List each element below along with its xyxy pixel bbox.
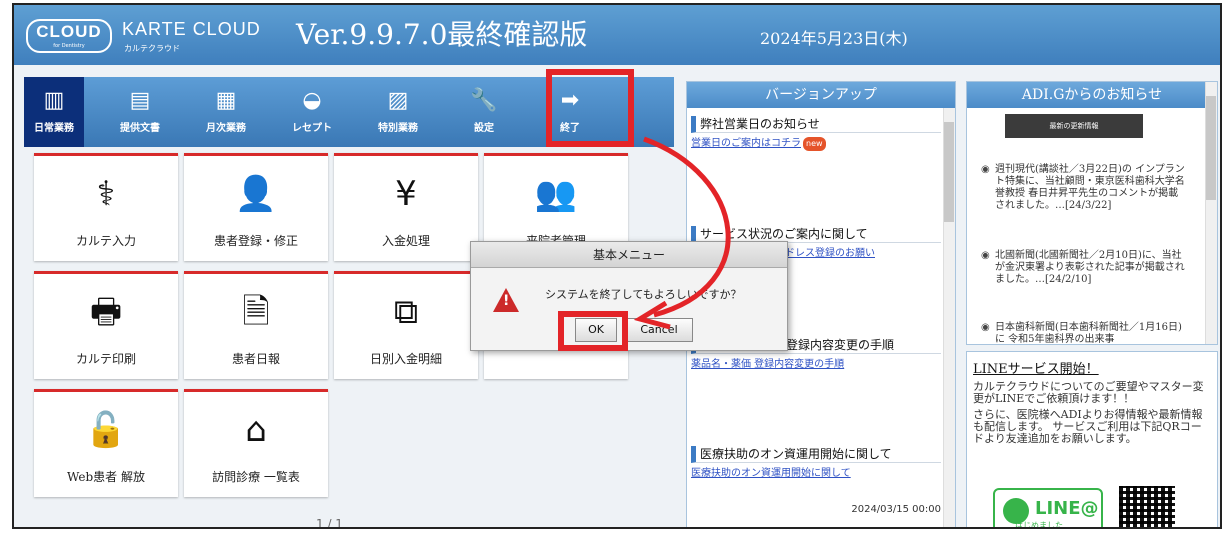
app-window: CLOUD for Dentistry KARTE CLOUD カルテクラウド … bbox=[12, 3, 1222, 529]
dialog-title: 基本メニュー bbox=[471, 242, 787, 268]
news-link[interactable]: 薬品名・薬価 登録内容変更の手順 bbox=[691, 358, 941, 372]
line-body-2: さらに、医院様へADIよりお得情報や最新情報も配信します。 サービスご利用は下記… bbox=[973, 408, 1203, 445]
brand-name: KARTE CLOUD bbox=[122, 19, 261, 39]
news-link[interactable]: 医療扶助のオン資運用開始に関して bbox=[691, 467, 941, 481]
user-icon: 👤 bbox=[234, 174, 278, 214]
adi-news-item[interactable]: 週刊現代(講談社／3月22日)の インプラント特集に、当社顧問・東京医科歯科大学… bbox=[981, 164, 1185, 212]
file-icon: 🗎 bbox=[242, 292, 270, 332]
tab-label: レセプト bbox=[292, 123, 332, 134]
tab-label: 月次業務 bbox=[206, 123, 246, 134]
tile-label: 入金処理 bbox=[381, 234, 430, 248]
news-item: 登録内容変更の手順 薬品名・薬価 登録内容変更の手順 2024/03/15 00… bbox=[691, 337, 941, 515]
warning-icon: ! bbox=[493, 288, 519, 312]
panel-title: ADI.Gからのお知らせ bbox=[967, 82, 1217, 108]
tile-label: カルテ入力 bbox=[75, 234, 136, 248]
tile-label: Web患者 解放 bbox=[67, 470, 145, 484]
main-toolbar: ▥ 日常業務 ▤ 提供文書 ▦ 月次業務 ◒ レセプト ▨ 特別業務 🔧 設定 … bbox=[24, 77, 674, 147]
logo: CLOUD for Dentistry bbox=[26, 19, 112, 53]
scroll-thumb[interactable] bbox=[1206, 96, 1216, 200]
news-title: 医療扶助のオン資運用開始に関して bbox=[691, 446, 941, 463]
tab-receipt[interactable]: ◒ レセプト bbox=[282, 77, 342, 147]
tab-label: 設定 bbox=[474, 123, 494, 134]
tile-patient-register[interactable]: 👤 患者登録・修正 bbox=[184, 153, 328, 261]
news-link-text[interactable]: 営業日のご案内はコチラ bbox=[691, 138, 801, 149]
users-icon: 👥 bbox=[534, 174, 578, 214]
tab-label: 終了 bbox=[560, 123, 580, 134]
new-badge: new bbox=[803, 137, 826, 151]
ok-button[interactable]: OK bbox=[575, 318, 617, 342]
line-service-panel: LINEサービス開始！ カルテクラウドについてのご要望やマスター変更がLINEで… bbox=[966, 351, 1218, 529]
line-button[interactable]: LINE@ はじめました bbox=[993, 488, 1103, 529]
line-button-label: LINE@ bbox=[1035, 498, 1099, 519]
calendar-icon: ▦ bbox=[215, 88, 237, 113]
version-title: Ver.9.9.7.0最終確認版 bbox=[296, 18, 588, 51]
tile-label: カルテ印刷 bbox=[75, 352, 136, 366]
news-date: 2024/03/15 00:00 bbox=[851, 504, 941, 515]
tab-label: 特別業務 bbox=[378, 123, 418, 134]
tile-web-patient-release[interactable]: 🔓 Web患者 解放 bbox=[34, 389, 178, 497]
printer-icon: 🖶 bbox=[89, 292, 123, 332]
tile-label: 患者日報 bbox=[231, 352, 280, 366]
scrollbar[interactable] bbox=[943, 108, 955, 527]
tile-daily-report[interactable]: 🗎 患者日報 bbox=[184, 271, 328, 379]
wrench-icon: 🔧 bbox=[470, 88, 498, 113]
tile-label: 訪問診療 一覧表 bbox=[212, 470, 300, 484]
tile-label: 日別入金明細 bbox=[369, 352, 442, 366]
brand-subtitle: カルテクラウド bbox=[124, 44, 180, 53]
line-body-1: カルテクラウドについてのご要望やマスター変更がLINEでご依頼頂けます！！ bbox=[973, 380, 1204, 405]
chart-icon: ▨ bbox=[387, 88, 409, 113]
tab-label: 提供文書 bbox=[120, 123, 160, 134]
news-title: 弊社営業日のお知らせ bbox=[691, 116, 941, 133]
building-icon: ▥ bbox=[43, 88, 65, 113]
update-banner: 最新の更新情報 bbox=[1005, 114, 1143, 138]
home-icon: ⌂ bbox=[245, 410, 267, 450]
tile-karte-print[interactable]: 🖶 カルテ印刷 bbox=[34, 271, 178, 379]
logo-sub: for Dentistry bbox=[53, 43, 85, 49]
tab-settings[interactable]: 🔧 設定 bbox=[454, 77, 514, 147]
panel-title: バージョンアップ bbox=[687, 82, 955, 108]
document-icon: ▤ bbox=[129, 88, 151, 113]
line-title: LINEサービス開始！ bbox=[973, 362, 1099, 377]
doctor-icon: ⚕ bbox=[96, 174, 116, 214]
news-item: 弊社営業日のお知らせ 営業日のご案内はコチラ new bbox=[691, 116, 941, 151]
tile-label: 患者登録・修正 bbox=[213, 234, 298, 248]
adi-news-item[interactable]: 日本歯科新聞(日本歯科新聞社／1月16日)に 令和5年歯科界の出来事 bbox=[981, 322, 1185, 344]
dialog-message: システムを終了してもよろしいですか？ bbox=[545, 288, 742, 301]
app-header: CLOUD for Dentistry KARTE CLOUD カルテクラウド … bbox=[14, 5, 1220, 65]
tile-home-visit-list[interactable]: ⌂ 訪問診療 一覧表 bbox=[184, 389, 328, 497]
news-link[interactable]: 営業日のご案内はコチラ new bbox=[691, 137, 941, 151]
adi-news-panel: ADI.Gからのお知らせ 最新の更新情報 週刊現代(講談社／3月22日)の イン… bbox=[966, 81, 1218, 345]
copy-icon: ⧉ bbox=[393, 292, 419, 332]
tab-special-work[interactable]: ▨ 特別業務 bbox=[368, 77, 428, 147]
qr-code bbox=[1119, 486, 1175, 527]
scrollbar[interactable] bbox=[1205, 82, 1217, 344]
line-button-sub: はじめました bbox=[1015, 521, 1063, 529]
tile-karte-input[interactable]: ⚕ カルテ入力 bbox=[34, 153, 178, 261]
current-date: 2024年5月23日(木) bbox=[760, 29, 908, 48]
exit-icon: ➡ bbox=[560, 88, 580, 113]
scroll-thumb[interactable] bbox=[944, 122, 954, 222]
tile-payment[interactable]: ¥ 入金処理 bbox=[334, 153, 478, 261]
confirm-dialog: 基本メニュー ! システムを終了してもよろしいですか？ OK Cancel bbox=[470, 241, 788, 351]
news-item: 医療扶助のオン資運用開始に関して 医療扶助のオン資運用開始に関して bbox=[691, 446, 941, 481]
tab-documents[interactable]: ▤ 提供文書 bbox=[110, 77, 170, 147]
tile-daily-payment-detail[interactable]: ⧉ 日別入金明細 bbox=[334, 271, 478, 379]
logo-word: CLOUD bbox=[36, 22, 102, 41]
unlock-icon: 🔓 bbox=[84, 410, 128, 450]
tab-monthly-work[interactable]: ▦ 月次業務 bbox=[196, 77, 256, 147]
cancel-button[interactable]: Cancel bbox=[625, 318, 693, 342]
yen-icon: ¥ bbox=[395, 174, 417, 214]
tab-exit[interactable]: ➡ 終了 bbox=[540, 77, 600, 147]
inbox-icon: ◒ bbox=[302, 88, 322, 113]
adi-news-item[interactable]: 北國新聞(北國新聞社／2月10日)に、当社が金沢東署より表彰された記事が掲載され… bbox=[981, 250, 1185, 286]
tab-daily-work[interactable]: ▥ 日常業務 bbox=[24, 77, 84, 147]
tab-label: 日常業務 bbox=[34, 123, 74, 134]
page-indicator: 1 / 1 bbox=[316, 517, 343, 529]
